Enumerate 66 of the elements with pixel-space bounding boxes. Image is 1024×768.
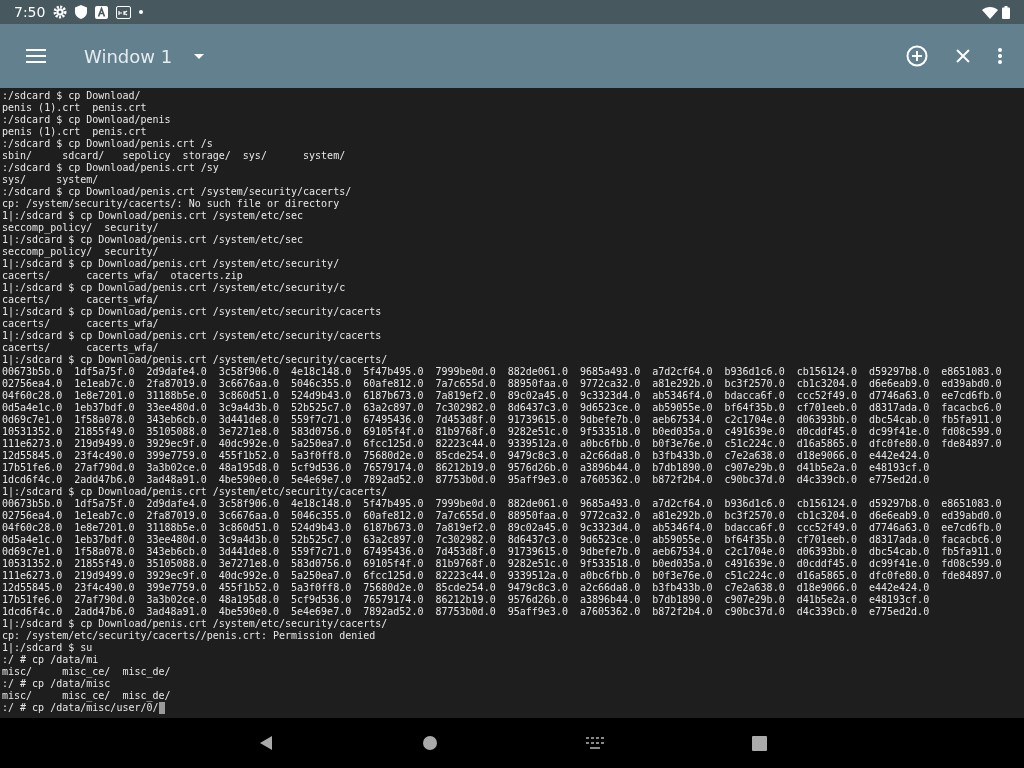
terminal-line: 1|:/sdcard $ cp Download/penis.crt /system/etc/security/cacerts — [2, 306, 382, 318]
add-icon[interactable] — [906, 45, 928, 67]
terminal-line: cacerts/ cacerts_wfa/ otacerts.zip — [2, 270, 243, 282]
terminal-line: cp: /system/etc/security/cacerts//penis.crt: Permission denied — [2, 630, 376, 642]
terminal-line: 12d55845.0 23f4c490.0 399e7759.0 455f1b52.0 5a3f0ff8.0 75680d2e.0 85cde254.0 9479c8c3.0 a2c66da8.0 b3fb433b.0 c7e2a638.0 d18e9066.0 e442e424.0 — [2, 582, 930, 594]
terminal-line: seccomp_policy/ security/ — [2, 222, 159, 234]
terminal-line: 17b51fe6.0 27af790d.0 3a3b02ce.0 48a195d8.0 5cf9d536.0 76579174.0 86212b19.0 9576d26b.0 a3896b44.0 b7db1890.0 c907e29b.0 d41b5e2a.0 e48193cf.0 — [2, 462, 930, 474]
terminal-line: 00673b5b.0 1df5a75f.0 2d9dafe4.0 3c58f906.0 4e18c148.0 5f47b495.0 7999be0d.0 882de061.0 9685a493.0 a7d2cf64.0 b936d1c6.0 cb156124.0 d59297b8.0 e8651083.0 — [2, 498, 1002, 510]
terminal-line: penis (1).crt penis.crt — [2, 126, 147, 138]
terminal-line: :/sdcard $ cp Download/ — [2, 90, 141, 102]
terminal-line: 1|:/sdcard $ cp Download/penis.crt /system/etc/security/c — [2, 282, 346, 294]
terminal-line: 1dcd6f4c.0 2add47b6.0 3ad48a91.0 4be590e0.0 5e4e69e7.0 7892ad52.0 87753b0d.0 95aff9e3.0 a7605362.0 b872f2b4.0 c90bc37d.0 d4c339cb.0 e775ed2d.0 — [2, 474, 930, 486]
terminal-line: 10531352.0 21855f49.0 35105088.0 3e7271e8.0 583d0756.0 69105f4f.0 81b9768f.0 9282e51c.0 9f533518.0 b0ed035a.0 c491639e.0 d0cddf45.0 dc99f41e.0 fd08c599.0 — [2, 558, 1002, 570]
more-icon[interactable] — [998, 48, 1002, 64]
terminal-line: 04f60c28.0 1e8e7201.0 31188b5e.0 3c860d51.0 524d9b43.0 6187b673.0 7a819ef2.0 89c02a45.0 9c3323d4.0 ab5346f4.0 bdacca6f.0 ccc52f49.0 d7746a63.0 ee7cd6fb.0 — [2, 522, 1002, 534]
terminal-line: 17b51fe6.0 27af790d.0 3a3b02ce.0 48a195d8.0 5cf9d536.0 76579174.0 86212b19.0 9576d26b.0 a3896b44.0 b7db1890.0 c907e29b.0 d41b5e2a.0 e48193cf.0 — [2, 594, 930, 606]
caret-icon[interactable] — [194, 53, 205, 59]
terminal-line: cacerts/ cacerts_wfa/ — [2, 318, 159, 330]
gear-icon — [53, 5, 68, 19]
terminal-line: :/sdcard $ cp Download/penis.crt /system/security/cacerts/ — [2, 186, 352, 198]
terminal-line: seccomp_policy/ security/ — [2, 246, 159, 258]
terminal-line: 1|:/sdcard $ cp Download/penis.crt /system/etc/security/cacerts/ — [2, 618, 388, 630]
terminal-line: 0d5a4e1c.0 1eb37bdf.0 33ee480d.0 3c9a4d3b.0 52b525c7.0 63a2c897.0 7c302982.0 8d6437c3.0 9d6523ce.0 ab59055e.0 bf64f35b.0 cf701eeb.0 d8317ada.0 facacbc6.0 — [2, 534, 1002, 546]
terminal-line: :/sdcard $ cp Download/penis.crt /sy — [2, 162, 219, 174]
terminal-line: 12d55845.0 23f4c490.0 399e7759.0 455f1b52.0 5a3f0ff8.0 75680d2e.0 85cde254.0 9479c8c3.0 a2c66da8.0 b3fb433b.0 c7e2a638.0 d18e9066.0 e442e424.0 — [2, 450, 930, 462]
terminal-line: 1|:/sdcard $ cp Download/penis.crt /system/etc/security/cacerts — [2, 330, 382, 342]
terminal-line: 1|:/sdcard $ cp Download/penis.crt /system/etc/security/cacerts/ — [2, 486, 388, 498]
window-title: Window 1 — [84, 44, 173, 69]
terminal-line: 1dcd6f4c.0 2add47b6.0 3ad48a91.0 4be590e0.0 5e4e69e7.0 7892ad52.0 87753b0d.0 95aff9e3.0 a7605362.0 b872f2b4.0 c90bc37d.0 d4c339cb.0 e775ed2d.0 — [2, 606, 930, 618]
terminal-line: 0d69c7e1.0 1f58a078.0 343eb6cb.0 3d441de8.0 559f7c71.0 67495436.0 7d453d8f.0 91739615.0 9dbefe7b.0 aeb67534.0 c2c1704e.0 d06393bb.0 dbc54cab.0 fb5fa911.0 — [2, 546, 1002, 558]
terminal-line: 1|:/sdcard $ cp Download/penis.crt /system/etc/sec — [2, 234, 304, 246]
terminal-line: misc/ misc_ce/ misc_de/ — [2, 666, 171, 678]
clock: 7:50 — [14, 2, 46, 22]
wifi-icon — [982, 5, 998, 19]
terminal-line: misc/ misc_ce/ misc_de/ — [2, 690, 171, 702]
app-icon — [95, 5, 109, 19]
terminal-line: 1|:/sdcard $ cp Download/penis.crt /system/etc/security/cacerts/ — [2, 354, 388, 366]
terminal-line: cacerts/ cacerts_wfa/ — [2, 342, 159, 354]
notification-dot-icon — [139, 10, 144, 14]
terminal-line: 1|:/sdcard $ su — [2, 642, 93, 654]
terminal-line: :/ # cp /data/mi — [2, 654, 99, 666]
terminal-line: 111e6273.0 219d9499.0 3929ec9f.0 40dc992e.0 5a250ea7.0 6fcc125d.0 82223c44.0 9339512a.0 a0bc6fbb.0 b0f3e76e.0 c51c224c.0 d16a5865.0 dfc0fe80.0 fde84897.0 — [2, 438, 1002, 450]
close-icon[interactable] — [956, 49, 970, 63]
terminal-line: cacerts/ cacerts_wfa/ — [2, 294, 159, 306]
terminal-line: 04f60c28.0 1e8e7201.0 31188b5e.0 3c860d51.0 524d9b43.0 6187b673.0 7a819ef2.0 89c02a45.0 9c3323d4.0 ab5346f4.0 bdacca6f.0 ccc52f49.0 d7746a63.0 ee7cd6fb.0 — [2, 390, 1002, 402]
menu-icon[interactable] — [26, 49, 46, 63]
terminal-line: 00673b5b.0 1df5a75f.0 2d9dafe4.0 3c58f906.0 4e18c148.0 5f47b495.0 7999be0d.0 882de061.0 9685a493.0 a7d2cf64.0 b936d1c6.0 cb156124.0 d59297b8.0 e8651083.0 — [2, 366, 1002, 378]
terminal-line: 02756ea4.0 1e1eab7c.0 2fa87019.0 3c6676aa.0 5046c355.0 60afe812.0 7a7c655d.0 88950faa.0 9772ca32.0 a81e292b.0 bc3f2570.0 cb1c3204.0 d6e6eab9.0 ed39abd0.0 — [2, 510, 1002, 522]
terminal-line: :/ # cp /data/misc — [2, 678, 111, 690]
terminal-line: 1|:/sdcard $ cp Download/penis.crt /system/etc/sec — [2, 210, 304, 222]
terminal-line: penis (1).crt penis.crt — [2, 102, 147, 114]
terminal-line: 0d5a4e1c.0 1eb37bdf.0 33ee480d.0 3c9a4d3b.0 52b525c7.0 63a2c897.0 7c302982.0 8d6437c3.0 9d6523ce.0 ab59055e.0 bf64f35b.0 cf701eeb.0 d8317ada.0 facacbc6.0 — [2, 402, 1002, 414]
terminal-line: :/sdcard $ cp Download/penis.crt /s — [2, 138, 213, 150]
terminal-line: 111e6273.0 219d9499.0 3929ec9f.0 40dc992e.0 5a250ea7.0 6fcc125d.0 82223c44.0 9339512a.0 a0bc6fbb.0 b0f3e76e.0 c51c224c.0 d16a5865.0 dfc0fe80.0 fde84897.0 — [2, 570, 1002, 582]
terminal-line: sys/ system/ — [2, 174, 99, 186]
terminal-line: :/ # cp /data/misc/user/0/ — [2, 702, 159, 714]
terminal-line: sbin/ sdcard/ sepolicy storage/ sys/ system/ — [2, 150, 346, 162]
terminal-line: 1|:/sdcard $ cp Download/penis.crt /system/etc/security/ — [2, 258, 340, 270]
terminal-line: :/sdcard $ cp Download/penis — [2, 114, 171, 126]
app-icon — [116, 5, 132, 19]
terminal-line: 10531352.0 21855f49.0 35105088.0 3e7271e8.0 583d0756.0 69105f4f.0 81b9768f.0 9282e51c.0 9f533518.0 b0ed035a.0 c491639e.0 d0cddf45.0 dc99f41e.0 fd08c599.0 — [2, 426, 1002, 438]
terminal-line: cp: /system/security/cacerts/: No such file or directory — [2, 198, 340, 210]
shield-icon — [75, 5, 88, 19]
battery-icon — [1002, 5, 1010, 19]
terminal-line: 02756ea4.0 1e1eab7c.0 2fa87019.0 3c6676aa.0 5046c355.0 60afe812.0 7a7c655d.0 88950faa.0 9772ca32.0 a81e292b.0 bc3f2570.0 cb1c3204.0 d6e6eab9.0 ed39abd0.0 — [2, 378, 1002, 390]
terminal-line: 0d69c7e1.0 1f58a078.0 343eb6cb.0 3d441de8.0 559f7c71.0 67495436.0 7d453d8f.0 91739615.0 9dbefe7b.0 aeb67534.0 c2c1704e.0 d06393bb.0 dbc54cab.0 fb5fa911.0 — [2, 414, 1002, 426]
